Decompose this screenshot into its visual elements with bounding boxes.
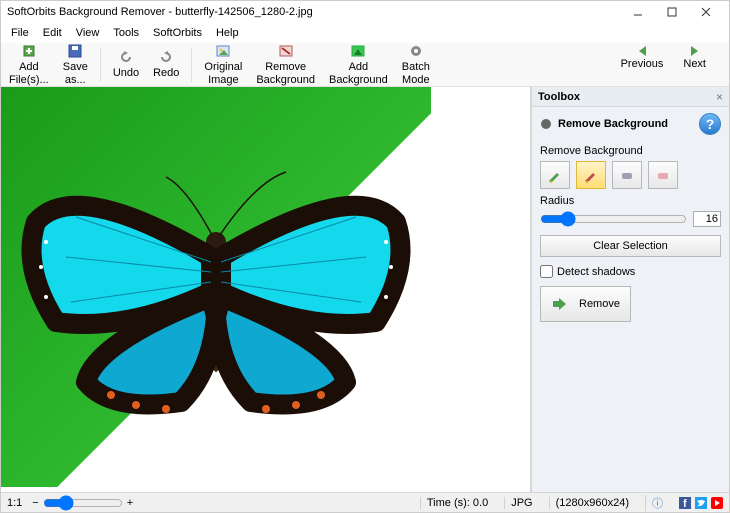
clear-tool[interactable]	[648, 161, 678, 189]
undo-button[interactable]: Undo	[109, 47, 143, 81]
radius-slider[interactable]	[540, 211, 687, 227]
status-dimensions: (1280x960x24)	[549, 497, 635, 509]
add-bg-icon	[350, 43, 366, 59]
image-icon	[215, 43, 231, 59]
twitter-icon[interactable]	[695, 497, 707, 509]
zoom-level: 1:1	[7, 497, 22, 509]
status-format: JPG	[504, 497, 538, 509]
youtube-icon[interactable]	[711, 497, 723, 509]
menu-tools[interactable]: Tools	[107, 25, 145, 41]
zoom-slider[interactable]	[43, 495, 123, 511]
marker-green-tool[interactable]	[540, 161, 570, 189]
chevron-left-icon	[635, 44, 649, 58]
minimize-button[interactable]	[621, 1, 655, 23]
sidebar: Toolbox × Remove Background ? Remove Bac…	[531, 87, 729, 492]
facebook-icon[interactable]: f	[679, 497, 691, 509]
info-icon[interactable]: ⓘ	[645, 495, 669, 511]
gear-icon	[408, 43, 424, 59]
marker-red-tool[interactable]	[576, 161, 606, 189]
pencil-red-icon	[583, 167, 599, 183]
main-area: Toolbox × Remove Background ? Remove Bac…	[1, 87, 729, 492]
toolbar-separator	[100, 48, 101, 82]
radius-input[interactable]	[693, 211, 721, 227]
arrow-right-icon	[551, 297, 567, 311]
save-icon	[67, 43, 83, 59]
help-button[interactable]: ?	[699, 113, 721, 135]
maximize-button[interactable]	[655, 1, 689, 23]
sidebar-header: Toolbox ×	[532, 87, 729, 107]
redo-button[interactable]: Redo	[149, 47, 183, 81]
menu-help[interactable]: Help	[210, 25, 245, 41]
image-canvas[interactable]	[1, 87, 531, 492]
remove-background-button[interactable]: Remove Background	[252, 41, 319, 87]
svg-text:f: f	[683, 498, 687, 509]
next-button[interactable]: Next	[683, 44, 706, 70]
eraser-icon	[619, 167, 635, 183]
section-title: Remove Background	[558, 118, 699, 130]
menu-edit[interactable]: Edit	[37, 25, 68, 41]
remove-bg-section-icon	[540, 118, 552, 130]
menu-view[interactable]: View	[70, 25, 106, 41]
chevron-right-icon	[688, 44, 702, 58]
menu-file[interactable]: File	[5, 25, 35, 41]
group-label: Remove Background	[540, 145, 721, 157]
zoom-in-icon[interactable]: +	[127, 497, 133, 509]
add-files-button[interactable]: Add File(s)...	[5, 41, 53, 87]
detect-shadows-label: Detect shadows	[557, 266, 635, 278]
butterfly-image	[16, 147, 416, 427]
menu-bar: File Edit View Tools SoftOrbits Help	[1, 23, 729, 43]
image-display	[1, 87, 431, 487]
toolbox-title: Toolbox	[538, 91, 716, 103]
save-as-button[interactable]: Save as...	[59, 41, 92, 87]
zoom-out-icon[interactable]: −	[32, 497, 38, 509]
clear-selection-button[interactable]: Clear Selection	[540, 235, 721, 257]
menu-softorbits[interactable]: SoftOrbits	[147, 25, 208, 41]
original-image-button[interactable]: Original Image	[200, 41, 246, 87]
previous-button[interactable]: Previous	[621, 44, 664, 70]
eraser-tool[interactable]	[612, 161, 642, 189]
clear-eraser-icon	[655, 167, 671, 183]
add-icon	[21, 43, 37, 59]
detect-shadows-checkbox[interactable]	[540, 265, 553, 278]
nav-controls: Previous Next	[621, 44, 706, 70]
window-title: SoftOrbits Background Remover - butterfl…	[7, 6, 313, 18]
radius-label: Radius	[540, 195, 721, 207]
remove-bg-icon	[278, 43, 294, 59]
close-panel-icon[interactable]: ×	[716, 90, 723, 104]
pencil-green-icon	[547, 167, 563, 183]
title-bar: SoftOrbits Background Remover - butterfl…	[1, 1, 729, 23]
undo-icon	[118, 49, 134, 65]
toolbar-separator	[191, 48, 192, 82]
status-time: Time (s): 0.0	[420, 497, 494, 509]
redo-icon	[158, 49, 174, 65]
remove-button[interactable]: Remove	[540, 286, 631, 322]
batch-mode-button[interactable]: Batch Mode	[398, 41, 434, 87]
close-button[interactable]	[689, 1, 723, 23]
add-background-button[interactable]: Add Background	[325, 41, 392, 87]
status-bar: 1:1 − + Time (s): 0.0 JPG (1280x960x24) …	[1, 492, 729, 512]
